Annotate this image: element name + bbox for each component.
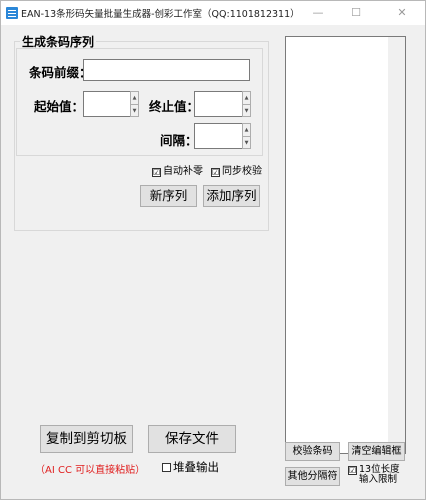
auto-pad-check-icon[interactable]: ☑ xyxy=(152,168,161,177)
other-separator-button[interactable]: 其他分隔符 xyxy=(285,467,340,486)
end-spin-arrows[interactable]: ▲ ▼ xyxy=(242,91,251,117)
paste-hint: （AI CC 可以直接粘贴） xyxy=(35,465,146,476)
window-title: EAN-13条形码矢量批量生成器-创彩工作室（QQ:1101812311） xyxy=(21,9,300,20)
length13-checkbox[interactable]: ☑ 13位长度 输入限制 xyxy=(348,465,400,485)
input-limit-label: 输入限制 xyxy=(359,474,398,485)
spin-down-icon[interactable]: ▼ xyxy=(243,136,250,148)
verify-barcode-button[interactable]: 校验条码 xyxy=(285,442,340,461)
stack-output-checkbox[interactable]: 堆叠输出 xyxy=(162,459,219,475)
maximize-icon[interactable]: ☐ xyxy=(341,3,371,23)
end-stepper[interactable]: ▲ ▼ xyxy=(194,91,251,117)
stack-output-label: 堆叠输出 xyxy=(173,460,219,474)
editor-scrollbar[interactable] xyxy=(388,37,405,453)
start-spin-arrows[interactable]: ▲ ▼ xyxy=(130,91,139,117)
clear-editor-button[interactable]: 清空编辑框 xyxy=(348,442,405,461)
title-bar[interactable]: EAN-13条形码矢量批量生成器-创彩工作室（QQ:1101812311） — … xyxy=(1,1,425,25)
add-sequence-button[interactable]: 添加序列 xyxy=(203,185,260,207)
app-icon xyxy=(6,7,18,19)
start-stepper[interactable]: ▲ ▼ xyxy=(83,91,139,117)
spin-up-icon[interactable]: ▲ xyxy=(243,92,250,104)
interval-spin-arrows[interactable]: ▲ ▼ xyxy=(242,123,251,149)
stack-output-check-icon[interactable] xyxy=(162,463,171,472)
spin-down-icon[interactable]: ▼ xyxy=(243,104,250,116)
spin-up-icon[interactable]: ▲ xyxy=(243,124,250,136)
copy-to-clipboard-button[interactable]: 复制到剪切板 xyxy=(40,425,133,453)
new-sequence-button[interactable]: 新序列 xyxy=(140,185,197,207)
barcode-editor[interactable] xyxy=(285,36,406,454)
close-icon[interactable]: ✕ xyxy=(387,3,417,23)
interval-label: 间隔： xyxy=(160,133,198,148)
client-area: 生成条码序列 条码前缀： 起始值： ▲ ▼ 终止值： ▲ ▼ 间隔： ▲ ▼ ☑… xyxy=(1,25,425,499)
start-label: 起始值： xyxy=(34,99,85,114)
save-file-button[interactable]: 保存文件 xyxy=(148,425,236,453)
interval-stepper[interactable]: ▲ ▼ xyxy=(194,123,251,149)
spin-up-icon[interactable]: ▲ xyxy=(131,92,138,104)
sync-check-label: 同步校验 xyxy=(222,166,262,177)
sync-check-checkbox[interactable]: ☑ 同步校验 xyxy=(211,162,262,177)
length13-check-icon[interactable]: ☑ xyxy=(348,466,357,475)
spin-down-icon[interactable]: ▼ xyxy=(131,104,138,116)
end-label: 终止值： xyxy=(149,99,200,114)
auto-pad-checkbox[interactable]: ☑ 自动补零 xyxy=(152,162,203,177)
app-window: EAN-13条形码矢量批量生成器-创彩工作室（QQ:1101812311） — … xyxy=(0,0,426,500)
auto-pad-label: 自动补零 xyxy=(163,166,203,177)
prefix-input[interactable] xyxy=(83,59,250,81)
minimize-icon[interactable]: — xyxy=(303,3,333,23)
sync-check-check-icon[interactable]: ☑ xyxy=(211,168,220,177)
